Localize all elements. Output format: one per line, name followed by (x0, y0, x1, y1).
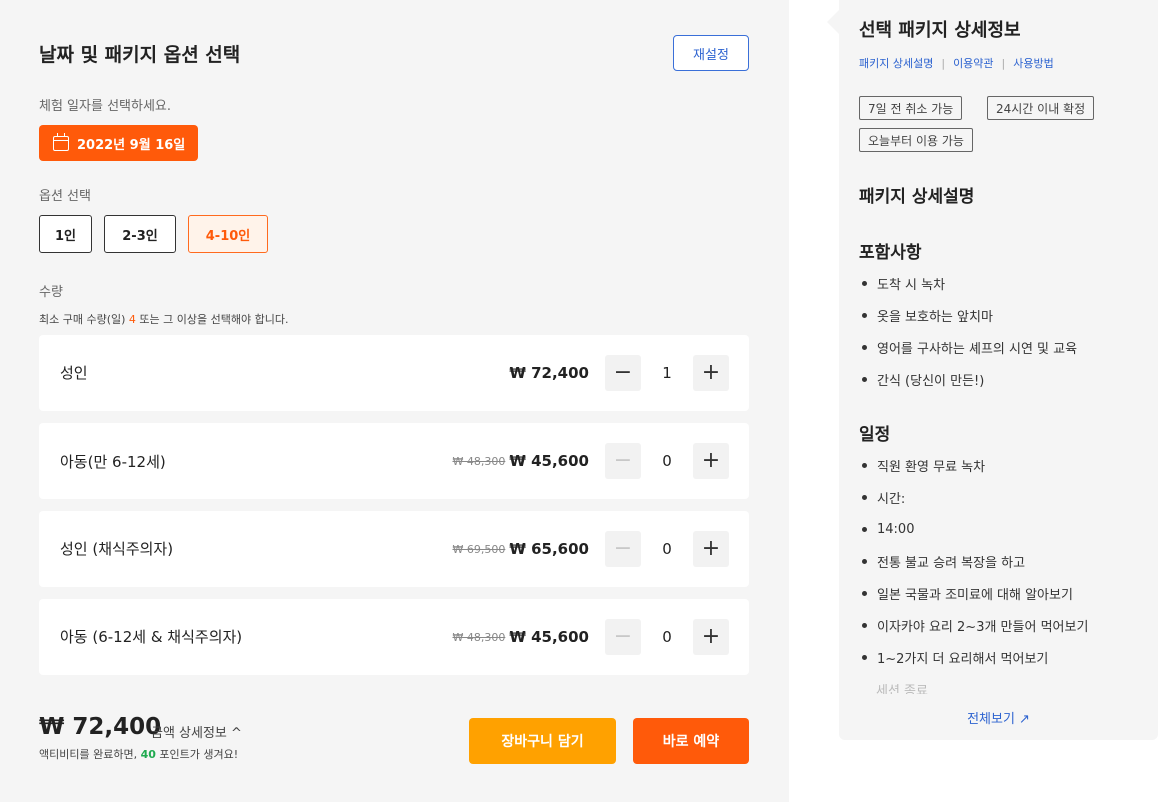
original-price: ₩ 48,300 (452, 630, 506, 644)
ticket-name: 성인 (채식주의자) (60, 540, 174, 558)
date-prompt: 체험 일자를 선택하세요. (39, 99, 171, 114)
option-1-person[interactable]: 1인 (39, 215, 92, 253)
book-now-button[interactable]: 바로 예약 (633, 718, 749, 764)
list-item: 직원 환영 무료 녹차 (859, 449, 1149, 481)
option-group: 1인 2-3인 4-10인 (39, 215, 268, 253)
quantity-stepper: − 1 + (605, 355, 729, 391)
selected-date: 2022년 9월 16일 (77, 137, 186, 153)
original-price: ₩ 69,500 (452, 542, 506, 556)
list-item: 영어를 구사하는 셰프의 시연 및 교육 (859, 331, 1149, 363)
schedule-list: 직원 환영 무료 녹차 시간: 14:00 전통 불교 승려 복장을 하고 일본… (859, 449, 1149, 673)
list-item: 일본 국물과 조미료에 대해 알아보기 (859, 577, 1149, 609)
link-separator: | (941, 56, 946, 70)
ticket-name: 아동(만 6-12세) (60, 453, 166, 471)
price: ₩ 45,600 (509, 628, 589, 646)
view-all-link[interactable]: 전체보기 ↗ (839, 708, 1158, 727)
quantity-value: 0 (662, 540, 672, 558)
price-detail-toggle[interactable]: 금액 상세정보 ^ (151, 722, 242, 741)
list-item: 시간: (859, 481, 1149, 513)
list-item: 이자카야 요리 2~3개 만들어 먹어보기 (859, 609, 1149, 641)
tag-confirmation: 24시간 이내 확정 (987, 96, 1095, 120)
list-item: 전통 불교 승려 복장을 하고 (859, 545, 1149, 577)
ticket-row-adult: 성인 ₩ 72,400 − 1 + (39, 335, 749, 411)
price: ₩ 72,400 (509, 364, 589, 382)
ticket-price: ₩ 69,500 ₩ 65,600 (452, 511, 589, 587)
minus-button[interactable]: − (605, 355, 641, 391)
package-detail-title: 선택 패키지 상세정보 (859, 20, 1021, 41)
minimum-quantity-note: 최소 구매 수량(일) 4 또는 그 이상을 선택해야 합니다. (39, 313, 289, 326)
ticket-price: ₩ 48,300 ₩ 45,600 (452, 599, 589, 675)
ticket-price: ₩ 48,300 ₩ 45,600 (452, 423, 589, 499)
tag-availability: 오늘부터 이용 가능 (859, 128, 973, 152)
option-2-3-persons[interactable]: 2-3인 (104, 215, 176, 253)
package-description-heading: 패키지 상세설명 (859, 187, 975, 207)
tag-cancellation: 7일 전 취소 가능 (859, 96, 963, 120)
minus-button[interactable]: − (605, 443, 641, 479)
schedule-heading: 일정 (859, 425, 891, 445)
plus-button[interactable]: + (693, 619, 729, 655)
plus-button[interactable]: + (693, 443, 729, 479)
ticket-price: ₩ 72,400 (509, 335, 589, 411)
booking-panel: 날짜 및 패키지 옵션 선택 재설정 체험 일자를 선택하세요. 2022년 9… (0, 0, 789, 802)
price: ₩ 65,600 (509, 540, 589, 558)
price: ₩ 45,600 (509, 452, 589, 470)
panel-pointer (827, 10, 839, 34)
total-amount: ₩ 72,400 (39, 714, 162, 740)
quantity-stepper: − 0 + (605, 531, 729, 567)
ticket-row-adult-vegetarian: 성인 (채식주의자) ₩ 69,500 ₩ 65,600 − 0 + (39, 511, 749, 587)
link-terms[interactable]: 이용약관 (953, 55, 993, 71)
option-label: 옵션 선택 (39, 189, 91, 204)
quantity-value: 0 (662, 628, 672, 646)
link-package-description[interactable]: 패키지 상세설명 (859, 55, 933, 71)
ticket-name: 성인 (60, 364, 88, 382)
list-item: 도착 시 녹차 (859, 267, 1149, 299)
ticket-name: 아동 (6-12세 & 채식주의자) (60, 628, 243, 646)
quantity-value: 0 (662, 452, 672, 470)
detail-links: 패키지 상세설명 | 이용약관 | 사용방법 (859, 55, 1054, 71)
date-picker-button[interactable]: 2022년 9월 16일 (39, 125, 198, 161)
add-to-cart-button[interactable]: 장바구니 담기 (469, 718, 616, 764)
reset-button[interactable]: 재설정 (673, 35, 749, 71)
list-item: 14:00 (859, 513, 1149, 545)
minus-button[interactable]: − (605, 619, 641, 655)
link-how-to-use[interactable]: 사용방법 (1013, 55, 1053, 71)
booking-title: 날짜 및 패키지 옵션 선택 (39, 44, 241, 66)
quantity-label: 수량 (39, 285, 63, 300)
package-detail-panel: 선택 패키지 상세정보 패키지 상세설명 | 이용약관 | 사용방법 7일 전 … (839, 0, 1158, 740)
ticket-row-child: 아동(만 6-12세) ₩ 48,300 ₩ 45,600 − 0 + (39, 423, 749, 499)
list-item: 간식 (당신이 만든!) (859, 363, 1149, 395)
minus-button[interactable]: − (605, 531, 641, 567)
list-item: 옷을 보호하는 앞치마 (859, 299, 1149, 331)
quantity-stepper: − 0 + (605, 619, 729, 655)
included-heading: 포함사항 (859, 243, 922, 263)
plus-button[interactable]: + (693, 531, 729, 567)
included-list: 도착 시 녹차 옷을 보호하는 앞치마 영어를 구사하는 셰프의 시연 및 교육… (859, 267, 1149, 395)
calendar-icon (53, 132, 69, 151)
faded-list-item: 세션 종료 (876, 684, 928, 694)
original-price: ₩ 48,300 (452, 454, 506, 468)
ticket-row-child-vegetarian: 아동 (6-12세 & 채식주의자) ₩ 48,300 ₩ 45,600 − 0… (39, 599, 749, 675)
quantity-stepper: − 0 + (605, 443, 729, 479)
option-4-10-persons[interactable]: 4-10인 (188, 215, 268, 253)
quantity-value: 1 (662, 364, 672, 382)
plus-button[interactable]: + (693, 355, 729, 391)
list-item: 1~2가지 더 요리해서 먹어보기 (859, 641, 1149, 673)
points-note: 액티비티를 완료하면, 40 포인트가 생겨요! (39, 748, 239, 761)
link-separator: | (1001, 56, 1006, 70)
